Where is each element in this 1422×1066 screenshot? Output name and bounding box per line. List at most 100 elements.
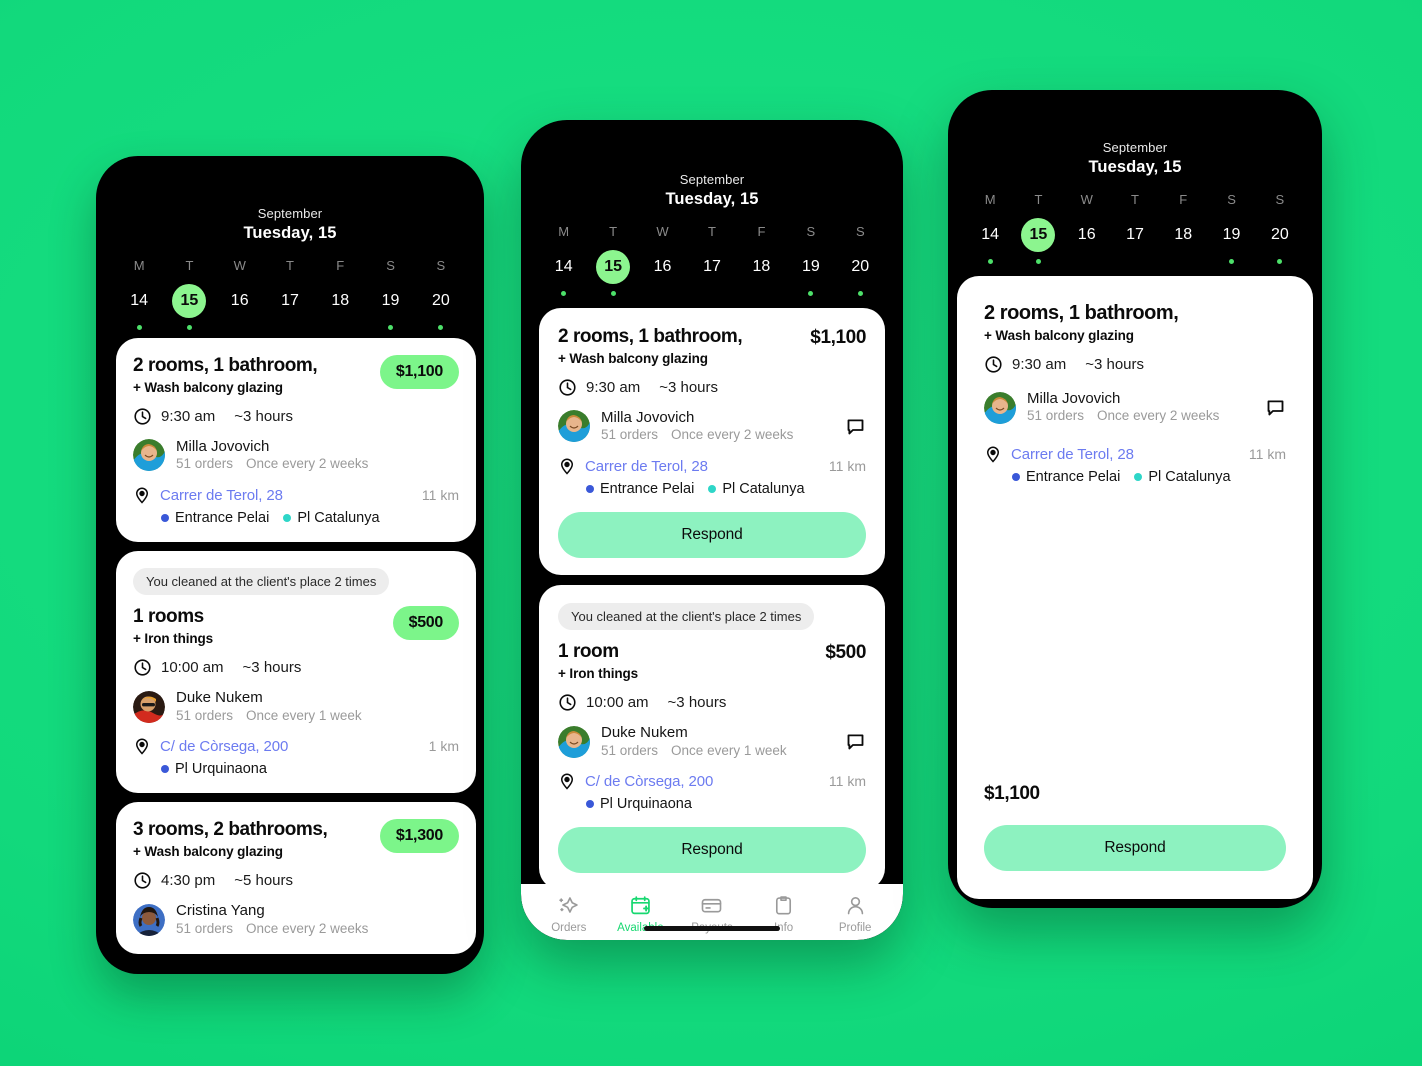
order-address-row[interactable]: Carrer de Terol, 28 11 km — [558, 457, 866, 475]
order-address-row[interactable]: C/ de Còrsega, 200 1 km — [133, 737, 459, 756]
order-client-row[interactable]: Duke Nukem 51 orders Once every 1 week — [133, 689, 459, 725]
sparkle-icon — [559, 897, 579, 913]
calendar-date-number: 14 — [554, 258, 573, 275]
order-client-row[interactable]: Milla Jovovich 51 orders Once every 2 we… — [558, 409, 866, 445]
calendar-day-cell[interactable]: S 20 — [416, 259, 466, 330]
order-client-row[interactable]: Milla Jovovich 51 orders Once every 2 we… — [133, 438, 459, 474]
calendar-event-dot — [388, 325, 394, 330]
calendar-day-cell[interactable]: T 17 — [265, 259, 315, 330]
respond-button[interactable]: Respond — [558, 512, 866, 559]
calendar-day-cell[interactable]: F 18 — [737, 225, 786, 296]
available-order-list[interactable]: 2 rooms, 1 bathroom, + Wash balcony glaz… — [539, 308, 885, 940]
calendar-date-circle[interactable]: 14 — [547, 250, 581, 284]
detail-distance: 11 km — [1248, 446, 1286, 463]
calendar-day-cell[interactable]: W 16 — [1063, 193, 1111, 264]
calendar-day-cell[interactable]: T 15 — [1014, 193, 1062, 264]
calendar-header: September Tuesday, 15 M 14 T 15 W 16 T 1… — [96, 156, 484, 330]
calendar-date-circle[interactable]: 16 — [646, 250, 680, 284]
calendar-date-circle[interactable]: 19 — [794, 250, 828, 284]
calendar-day-cell[interactable]: F 18 — [315, 259, 365, 330]
chat-bubble-icon[interactable] — [845, 731, 866, 752]
bottom-tab-bar[interactable]: Orders Available Payouts Info Profile — [521, 884, 903, 940]
calendar-date-circle[interactable]: 18 — [744, 250, 778, 284]
detail-address-row[interactable]: Carrer de Terol, 28 11 km — [984, 445, 1286, 463]
order-duration: ~3 hours — [234, 407, 293, 425]
calendar-date-circle-selected[interactable]: 15 — [172, 284, 207, 318]
order-card[interactable]: You cleaned at the client's place 2 time… — [116, 551, 476, 794]
calendar-day-cell[interactable]: S 19 — [365, 259, 415, 330]
calendar-date-circle[interactable]: 17 — [1118, 218, 1152, 252]
calendar-day-cell[interactable]: S 19 — [786, 225, 835, 296]
calendar-day-cell[interactable]: M 14 — [966, 193, 1014, 264]
metro-line-dot — [1134, 473, 1143, 482]
order-client-row[interactable]: Duke Nukem 51 orders Once every 1 week — [558, 724, 866, 760]
order-client-row[interactable]: Cristina Yang 51 orders Once every 2 wee… — [133, 902, 459, 938]
available-order-card[interactable]: You cleaned at the client's place 2 time… — [539, 585, 885, 891]
calendar-date-circle[interactable]: 14 — [122, 284, 156, 318]
calendar-day-cell[interactable]: T 15 — [164, 259, 214, 330]
calendar-weekday-initial: W — [233, 258, 246, 273]
order-address-row[interactable]: Carrer de Terol, 28 11 km — [133, 486, 459, 504]
calendar-date-circle[interactable]: 19 — [374, 284, 408, 318]
calendar-date-number: 19 — [381, 292, 400, 309]
detail-time: 9:30 am — [1012, 355, 1067, 373]
calendar-date-circle[interactable]: 17 — [695, 250, 729, 284]
calendar-date-circle[interactable]: 14 — [973, 218, 1007, 252]
calendar-date-circle[interactable]: 16 — [223, 284, 257, 318]
order-address-row[interactable]: C/ de Còrsega, 200 11 km — [558, 772, 866, 791]
respond-button[interactable]: Respond — [984, 825, 1286, 871]
calendar-date-circle-selected[interactable]: 15 — [1021, 218, 1056, 252]
calendar-date-circle[interactable]: 16 — [1070, 218, 1104, 252]
order-address-link[interactable]: C/ de Còrsega, 200 — [160, 738, 420, 755]
available-order-card[interactable]: 2 rooms, 1 bathroom, + Wash balcony glaz… — [539, 308, 885, 576]
calendar-day-cell[interactable]: W 16 — [215, 259, 265, 330]
client-frequency: Once every 1 week — [246, 707, 362, 723]
order-address-link[interactable]: C/ de Còrsega, 200 — [585, 773, 820, 790]
calendar-date-number: 14 — [130, 292, 149, 309]
order-duration: ~3 hours — [667, 693, 727, 711]
calendar-date-circle[interactable]: 19 — [1215, 218, 1249, 252]
tab-profile[interactable]: Profile — [819, 894, 891, 934]
order-card[interactable]: 2 rooms, 1 bathroom, + Wash balcony glaz… — [116, 338, 476, 543]
metro-station: Entrance Pelai — [161, 510, 269, 526]
calendar-date-number: 18 — [752, 258, 771, 275]
respond-button[interactable]: Respond — [558, 827, 866, 874]
calendar-day-cell[interactable]: T 17 — [1111, 193, 1159, 264]
detail-address-link[interactable]: Carrer de Terol, 28 — [1011, 446, 1240, 463]
calendar-day-cell[interactable]: S 19 — [1207, 193, 1255, 264]
calendar-date-circle-selected[interactable]: 15 — [596, 250, 631, 284]
order-title: 3 rooms, 2 bathrooms, — [133, 819, 328, 841]
calendar-day-cell[interactable]: S 20 — [1256, 193, 1304, 264]
order-detail-sheet: 2 rooms, 1 bathroom, + Wash balcony glaz… — [957, 276, 1313, 899]
calendar-date-circle[interactable]: 17 — [273, 284, 307, 318]
calendar-header: September Tuesday, 15 M 14 T 15 W 16 T 1… — [948, 90, 1322, 264]
calendar-day-cell[interactable]: T 17 — [687, 225, 736, 296]
calendar-month: September — [1102, 140, 1168, 155]
calendar-day-cell[interactable]: M 14 — [114, 259, 164, 330]
chat-bubble-icon[interactable] — [845, 416, 866, 437]
order-card[interactable]: 3 rooms, 2 bathrooms, + Wash balcony gla… — [116, 802, 476, 954]
chat-bubble-icon[interactable] — [1265, 397, 1286, 418]
client-frequency: Once every 2 weeks — [1097, 408, 1220, 424]
calendar-date-number: 19 — [1222, 226, 1241, 243]
detail-client-row[interactable]: Milla Jovovich 51 orders Once every 2 we… — [984, 390, 1286, 426]
calendar-date-circle[interactable]: 18 — [323, 284, 357, 318]
calendar-date-circle[interactable]: 20 — [424, 284, 458, 318]
calendar-day-cell[interactable]: W 16 — [638, 225, 687, 296]
calendar-day-cell[interactable]: T 15 — [588, 225, 637, 296]
calendar-date-number: 20 — [1270, 226, 1289, 243]
calendar-day-cell[interactable]: S 20 — [836, 225, 885, 296]
location-pin-icon — [135, 487, 149, 504]
calendar-date-circle[interactable]: 20 — [1263, 218, 1297, 252]
calendar-date-circle[interactable]: 18 — [1166, 218, 1200, 252]
order-address-link[interactable]: Carrer de Terol, 28 — [585, 458, 820, 475]
tab-orders[interactable]: Orders — [533, 894, 605, 934]
detail-price: $1,100 — [984, 783, 1040, 804]
order-distance: 1 km — [428, 738, 459, 755]
order-address-link[interactable]: Carrer de Terol, 28 — [160, 487, 413, 504]
calendar-day-cell[interactable]: M 14 — [539, 225, 588, 296]
calendar-date-circle[interactable]: 20 — [843, 250, 877, 284]
calendar-day-cell[interactable]: F 18 — [1159, 193, 1207, 264]
order-list[interactable]: 2 rooms, 1 bathroom, + Wash balcony glaz… — [116, 338, 476, 974]
metro-label: Pl Catalunya — [297, 510, 380, 527]
